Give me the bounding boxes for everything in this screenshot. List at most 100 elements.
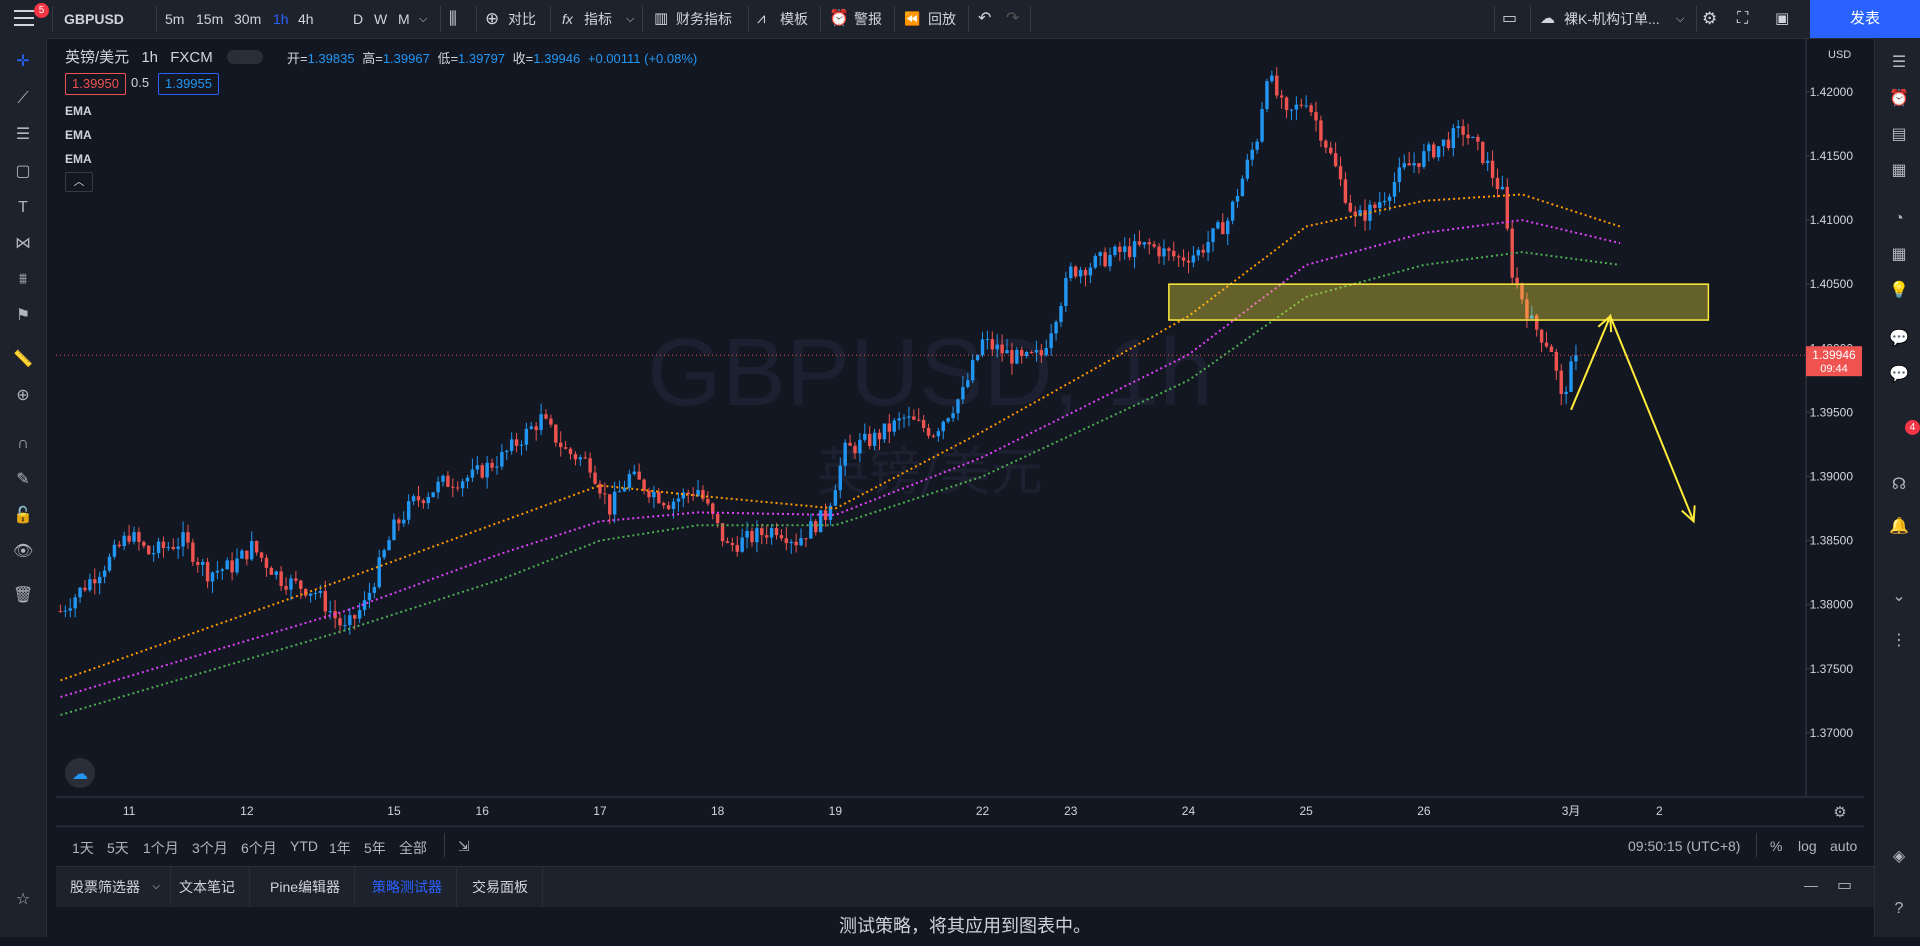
candle-body	[78, 587, 82, 598]
candle-body	[853, 445, 857, 454]
price-tick-label: 1.39500	[1810, 405, 1854, 419]
candle-body	[318, 590, 323, 593]
range-6m[interactable]: 6个月	[241, 838, 277, 858]
tab-trading-panel[interactable]: 交易面板	[458, 867, 543, 907]
candle-body	[730, 542, 735, 546]
sell-price-button[interactable]: 1.39950	[65, 73, 126, 95]
indicator-ema-3[interactable]: EMA	[65, 152, 92, 166]
tv-logo-icon[interactable]: ☁	[65, 758, 95, 788]
candle-body	[1162, 248, 1166, 257]
tab-text-notes[interactable]: 文本笔记	[165, 867, 250, 907]
candle-body	[284, 586, 288, 590]
price-axis[interactable]: 1.420001.415001.410001.405001.400001.395…	[1806, 85, 1853, 740]
candle-body	[843, 442, 847, 466]
candle-body	[348, 615, 352, 626]
candle-body	[1363, 210, 1367, 221]
candle-body	[966, 380, 970, 388]
candle-body	[343, 625, 347, 627]
minimize-panel-icon[interactable]: —	[1804, 877, 1818, 893]
candle-body	[274, 571, 278, 575]
data-window-icon[interactable]: ▤	[1888, 124, 1910, 146]
range-1d[interactable]: 1天	[72, 838, 94, 858]
projection-arrow[interactable]	[1570, 313, 1696, 524]
goto-date-icon[interactable]: ⇲	[458, 838, 470, 855]
candle-body	[411, 496, 416, 502]
candle-body	[245, 550, 249, 560]
symbol-legend[interactable]: 英镑/美元 1h FXCM	[65, 46, 263, 67]
candle-body	[593, 472, 597, 484]
layers-icon[interactable]: ◈	[1888, 846, 1910, 868]
candle-body	[956, 399, 960, 414]
hotlist-icon[interactable]: ◔	[1888, 208, 1910, 230]
candle-body	[485, 462, 489, 478]
maximize-panel-icon[interactable]: ▭	[1837, 875, 1852, 895]
candle-body	[250, 541, 254, 560]
time-axis[interactable]: 11 12 15 16 17 18 19 22 23 24 25 26 3月 2	[123, 804, 1663, 818]
candle-body	[794, 541, 798, 546]
candle-body	[279, 571, 283, 587]
open-value: 1.39835	[307, 51, 355, 66]
candle-body	[328, 611, 332, 613]
candle-body	[1446, 139, 1451, 149]
object-tree-icon[interactable]: ⋮	[1888, 630, 1910, 652]
collapse-legend-chevron-icon[interactable]: ︿	[65, 172, 93, 192]
candle-body	[475, 465, 480, 470]
candle-body	[558, 442, 563, 448]
indicator-ema-1[interactable]: EMA	[65, 104, 92, 118]
candle-body	[1304, 105, 1308, 107]
candle-body	[1348, 202, 1353, 212]
candle-body	[1481, 141, 1485, 164]
candle-body	[1049, 333, 1053, 349]
chats-icon[interactable]: 💬	[1888, 328, 1910, 350]
streams-icon[interactable]: 💬	[1888, 364, 1910, 386]
buy-price-button[interactable]: 1.39955	[158, 73, 219, 95]
candle-body	[539, 414, 543, 431]
ideas-icon[interactable]: 💡	[1888, 280, 1910, 302]
candle-body	[465, 477, 470, 482]
tab-pine-editor[interactable]: Pine编辑器	[256, 867, 356, 907]
indicator-ema-2[interactable]: EMA	[65, 128, 92, 142]
axis-settings-gear-icon[interactable]: ⚙	[1833, 803, 1846, 821]
percent-toggle[interactable]: %	[1770, 838, 1782, 854]
watchlist-icon[interactable]: ☰	[1888, 52, 1910, 74]
candle-body	[353, 615, 357, 619]
candle-body	[1338, 166, 1343, 180]
range-5y[interactable]: 5年	[364, 838, 386, 858]
collapse-chevron-icon[interactable]: ⌄	[1888, 586, 1910, 608]
candle-body	[833, 490, 838, 506]
range-ytd[interactable]: YTD	[290, 838, 318, 854]
candle-body	[421, 500, 426, 504]
news-icon[interactable]: ▦	[1888, 160, 1910, 182]
log-toggle[interactable]: log	[1798, 838, 1817, 854]
help-icon[interactable]: ?	[1888, 898, 1910, 920]
candle-body	[995, 344, 999, 350]
tab-strategy-tester[interactable]: 策略测试器	[358, 867, 457, 907]
tab-stock-screener[interactable]: 股票筛选器 ⌵	[56, 867, 171, 907]
support-icon[interactable]: ☊	[1888, 474, 1910, 496]
clock-time[interactable]: 09:50:15 (UTC+8)	[1628, 838, 1740, 854]
market-status-toggle[interactable]	[226, 50, 263, 64]
range-1y[interactable]: 1年	[329, 838, 351, 858]
star-icon[interactable]: ☆	[13, 890, 33, 910]
alerts-clock-icon[interactable]: ⏰	[1888, 88, 1910, 110]
range-all[interactable]: 全部	[399, 838, 427, 858]
candle-body	[83, 587, 87, 591]
candle-body	[97, 576, 102, 584]
calendar-icon[interactable]: ▦	[1888, 244, 1910, 266]
supply-zone[interactable]	[1168, 283, 1710, 321]
range-3m[interactable]: 3个月	[192, 838, 228, 858]
price-chart[interactable]: GBPUSD, 1h 英镑/美元 1.42000 1.41500 1.41000 1.…	[0, 0, 1864, 826]
candle-body	[171, 546, 175, 549]
range-1m[interactable]: 1个月	[143, 838, 179, 858]
candle-body	[181, 532, 185, 547]
range-5d[interactable]: 5天	[107, 838, 129, 858]
price-tick-label: 1.41000	[1810, 213, 1854, 227]
candle-body	[230, 560, 234, 573]
candle-body	[112, 544, 117, 557]
candle-body	[1167, 248, 1171, 251]
notifications-bell-icon[interactable]: 🔔	[1888, 516, 1910, 538]
price-tick-label: 1.37000	[1810, 726, 1854, 740]
candle-body	[215, 570, 220, 573]
auto-toggle[interactable]: auto	[1830, 838, 1857, 854]
price-tick-label: 1.38500	[1810, 534, 1854, 548]
